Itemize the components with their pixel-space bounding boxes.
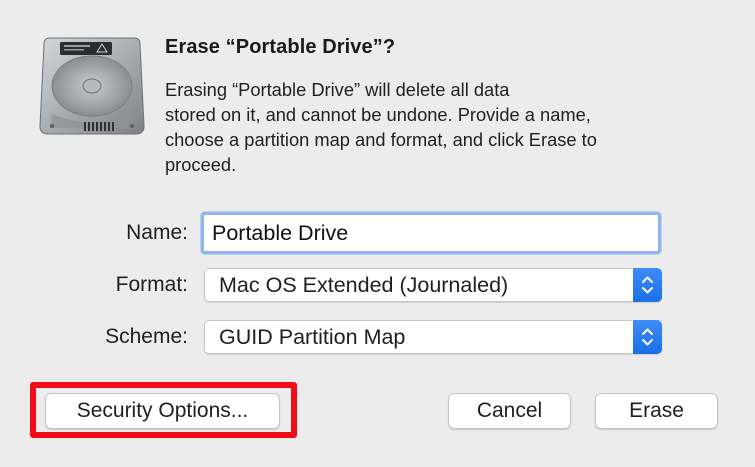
- dialog-message: Erasing “Portable Drive” will delete all…: [165, 77, 705, 177]
- scheme-popup[interactable]: GUID Partition Map: [204, 320, 662, 354]
- message-line: stored on it, and cannot be undone. Prov…: [165, 104, 591, 125]
- message-line: proceed.: [165, 154, 237, 175]
- dialog-title: Erase “Portable Drive”?: [165, 36, 396, 58]
- message-line: choose a partition map and format, and c…: [165, 129, 597, 150]
- name-label: Name:: [126, 221, 188, 244]
- hard-drive-icon: [39, 37, 145, 135]
- scheme-value: GUID Partition Map: [219, 325, 406, 349]
- erase-dialog: Erase “Portable Drive”? Erasing “Portabl…: [0, 0, 755, 467]
- highlight-box: [30, 382, 297, 438]
- erase-button[interactable]: Erase: [595, 393, 718, 429]
- format-value: Mac OS Extended (Journaled): [219, 273, 509, 297]
- format-label: Format:: [115, 273, 188, 296]
- scheme-stepper-icon: [633, 320, 662, 354]
- scheme-label: Scheme:: [105, 325, 188, 348]
- message-line: Erasing “Portable Drive” will delete all…: [165, 79, 510, 100]
- format-popup[interactable]: Mac OS Extended (Journaled): [204, 268, 662, 302]
- cancel-button[interactable]: Cancel: [448, 393, 571, 429]
- name-field[interactable]: [201, 212, 661, 254]
- format-stepper-icon: [633, 268, 662, 302]
